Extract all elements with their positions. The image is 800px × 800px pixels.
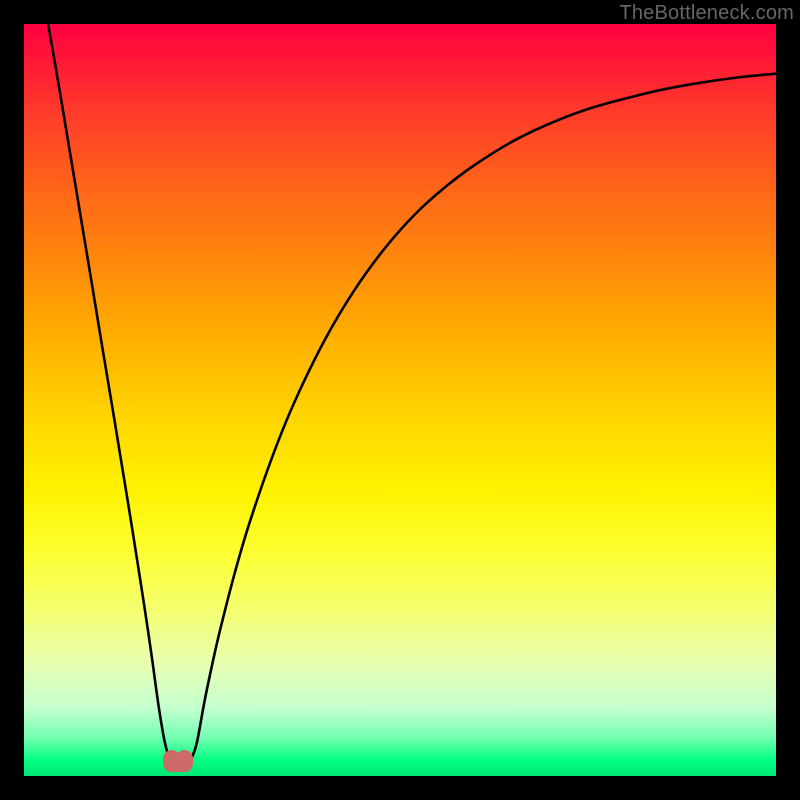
valley-marker-bridge: [170, 760, 186, 772]
chart-frame: TheBottleneck.com: [0, 0, 800, 800]
bottleneck-curve: [24, 24, 776, 776]
attribution-text: TheBottleneck.com: [619, 2, 794, 25]
